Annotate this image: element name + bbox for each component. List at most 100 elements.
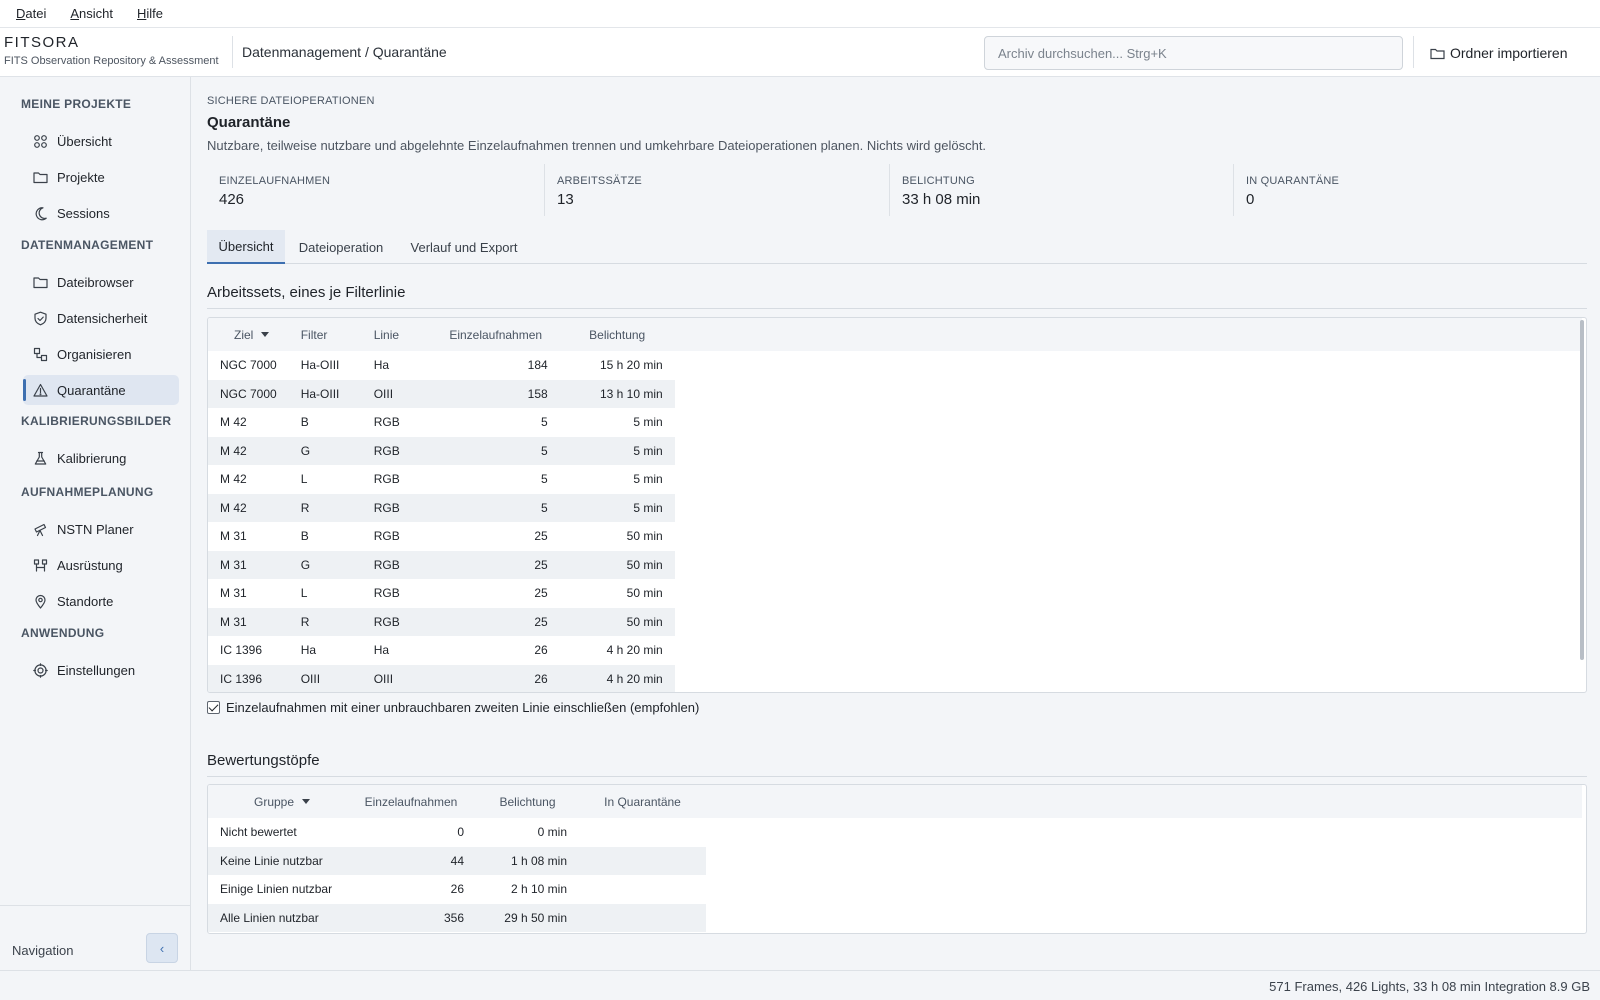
- column-header-exposure[interactable]: Belichtung: [476, 785, 579, 818]
- sidebar-section-header: ANWENDUNG: [21, 626, 105, 640]
- warning-icon: [33, 383, 48, 397]
- table-row[interactable]: M 31 B RGB 25 50 min: [208, 522, 675, 551]
- sidebar-item-kalibrierung[interactable]: Kalibrierung: [23, 443, 179, 473]
- table-row[interactable]: IC 1396 OIII OIII 26 4 h 20 min: [208, 664, 675, 692]
- table-cell: RGB: [361, 550, 432, 579]
- table-cell: R: [288, 607, 362, 636]
- equipment-icon: [33, 558, 48, 572]
- table-cell: 25: [534, 529, 548, 544]
- table-row[interactable]: M 31 G RGB 25 50 min: [208, 550, 675, 579]
- table-cell: 26: [534, 643, 548, 658]
- stat-quarantine: IN QUARANTÄNE 0: [1233, 164, 1587, 216]
- table-cell: M 42: [208, 493, 289, 522]
- sidebar-item-label: Ausrüstung: [57, 557, 123, 573]
- sidebar-item-standorte[interactable]: Standorte: [23, 586, 179, 616]
- menu-item[interactable]: Datei: [16, 6, 46, 21]
- worksets-table: Ziel Filter Linie Einzelaufnahmen Belich…: [207, 317, 1587, 693]
- sidebar-item-label: Datensicherheit: [57, 310, 148, 326]
- table-row[interactable]: Keine Linie nutzbar 44 1 h 08 min: [208, 846, 706, 875]
- section-divider: [207, 308, 1587, 309]
- table-cell: Alle Linien nutzbar: [208, 903, 346, 932]
- column-header-line[interactable]: Linie: [361, 318, 432, 351]
- table-row[interactable]: M 31 L RGB 25 50 min: [208, 579, 675, 608]
- table-cell: 5 min: [633, 415, 663, 430]
- moon-icon: [35, 206, 47, 220]
- table-header-row: Gruppe Einzelaufnahmen Belichtung In Qua…: [208, 785, 706, 818]
- sidebar-section-header: KALIBRIERUNGSBILDER: [21, 414, 172, 428]
- table-cell: M 42: [220, 472, 247, 487]
- table-row[interactable]: M 42 L RGB 5 5 min: [208, 465, 675, 494]
- brand: FITSORA FITS Observation Repository & As…: [4, 34, 219, 67]
- menu-item[interactable]: Hilfe: [137, 6, 163, 21]
- table-cell: Ha-OIII: [300, 358, 340, 373]
- sidebar-item-label: Übersicht: [57, 133, 112, 149]
- table-cell: RGB: [361, 436, 432, 465]
- page-description: Nutzbare, teilweise nutzbare und abgeleh…: [207, 138, 987, 153]
- sidebar-item-ausrüstung[interactable]: Ausrüstung: [23, 550, 179, 580]
- table-cell: 26: [450, 882, 464, 897]
- column-header-in-quarantine[interactable]: In Quarantäne: [579, 785, 706, 818]
- column-header-group[interactable]: Gruppe: [208, 785, 346, 818]
- tab-history-export[interactable]: Verlauf und Export: [397, 230, 531, 264]
- column-header-exposure[interactable]: Belichtung: [559, 318, 675, 351]
- flask-icon: [34, 451, 47, 465]
- stat-worksets: ARBEITSSÄTZE 13: [544, 164, 889, 216]
- column-header-filter[interactable]: Filter: [288, 318, 362, 351]
- sidebar-item-projekte[interactable]: Projekte: [23, 162, 179, 192]
- import-folder-button[interactable]: Ordner importieren: [1430, 42, 1568, 64]
- stat-label: IN QUARANTÄNE: [1246, 175, 1340, 187]
- collapse-sidebar-button[interactable]: ‹: [146, 933, 178, 963]
- table-row[interactable]: M 31 R RGB 25 50 min: [208, 607, 675, 636]
- location-icon: [35, 594, 46, 609]
- table-row[interactable]: NGC 7000 Ha-OIII OIII 158 13 h 10 min: [208, 379, 675, 408]
- sidebar-item-organisieren[interactable]: Organisieren: [23, 339, 179, 369]
- checkbox-checked-icon[interactable]: [207, 701, 220, 714]
- table-cell: G: [288, 436, 362, 465]
- search-input[interactable]: Archiv durchsuchen... Strg+K: [984, 36, 1403, 70]
- table-cell: [579, 875, 706, 904]
- table-scrollbar[interactable]: [1580, 320, 1584, 660]
- tab-file-operation[interactable]: Dateioperation: [285, 230, 397, 264]
- table-row[interactable]: Alle Linien nutzbar 356 29 h 50 min: [208, 903, 706, 932]
- stat-label: ARBEITSSÄTZE: [557, 175, 642, 187]
- table-cell: 158: [431, 379, 560, 408]
- table-cell: 5 min: [559, 436, 675, 465]
- table-cell: B: [300, 529, 309, 544]
- include-second-line-checkbox[interactable]: Einzelaufnahmen mit einer unbrauchbaren …: [207, 700, 699, 715]
- column-header-target[interactable]: Ziel: [208, 318, 289, 351]
- column-header-frames[interactable]: Einzelaufnahmen: [346, 785, 476, 818]
- table-cell: Einige Linien nutzbar: [220, 882, 333, 897]
- sidebar-item-sessions[interactable]: Sessions: [23, 198, 179, 228]
- column-header-label: Ziel: [234, 327, 254, 342]
- sidebar-item-dateibrowser[interactable]: Dateibrowser: [23, 267, 179, 297]
- table-row[interactable]: M 42 B RGB 5 5 min: [208, 408, 675, 437]
- sidebar-item-einstellungen[interactable]: Einstellungen: [23, 655, 179, 685]
- table-cell: 1 h 08 min: [476, 846, 579, 875]
- search-placeholder: Archiv durchsuchen... Strg+K: [998, 45, 1167, 61]
- table-row[interactable]: NGC 7000 Ha-OIII Ha 184 15 h 20 min: [208, 351, 675, 380]
- table-row[interactable]: Einige Linien nutzbar 26 2 h 10 min: [208, 875, 706, 904]
- sidebar-item-datensicherheit[interactable]: Datensicherheit: [23, 303, 179, 333]
- menu-mnemonic: D: [16, 6, 26, 21]
- sidebar-item-übersicht[interactable]: Übersicht: [23, 126, 179, 156]
- table-row[interactable]: IC 1396 Ha Ha 26 4 h 20 min: [208, 636, 675, 665]
- column-header-frames[interactable]: Einzelaufnahmen: [431, 318, 560, 351]
- table-cell: 50 min: [559, 550, 675, 579]
- menu-mnemonic: H: [137, 6, 147, 21]
- table-cell: 50 min: [626, 529, 663, 544]
- table-header-fill: [668, 318, 1582, 351]
- table-header-row: Ziel Filter Linie Einzelaufnahmen Belich…: [208, 318, 675, 351]
- table-cell: 5: [541, 415, 548, 430]
- menu-item[interactable]: Ansicht: [70, 6, 113, 21]
- sidebar-item-quarantäne[interactable]: Quarantäne: [23, 375, 179, 405]
- sidebar-item-nstn-planer[interactable]: NSTN Planer: [23, 514, 179, 544]
- table-row[interactable]: M 42 G RGB 5 5 min: [208, 436, 675, 465]
- table-row[interactable]: Nicht bewertet 0 0 min: [208, 818, 706, 847]
- tab-overview[interactable]: Übersicht: [207, 230, 285, 264]
- menu-label-rest: ilfe: [146, 6, 164, 21]
- table-row[interactable]: M 42 R RGB 5 5 min: [208, 493, 675, 522]
- table-cell: Ha-OIII: [288, 379, 362, 408]
- table-cell: 26: [431, 664, 560, 692]
- stat-frames: EINZELAUFNAHMEN 426: [207, 164, 544, 216]
- table-cell: M 31: [220, 586, 247, 601]
